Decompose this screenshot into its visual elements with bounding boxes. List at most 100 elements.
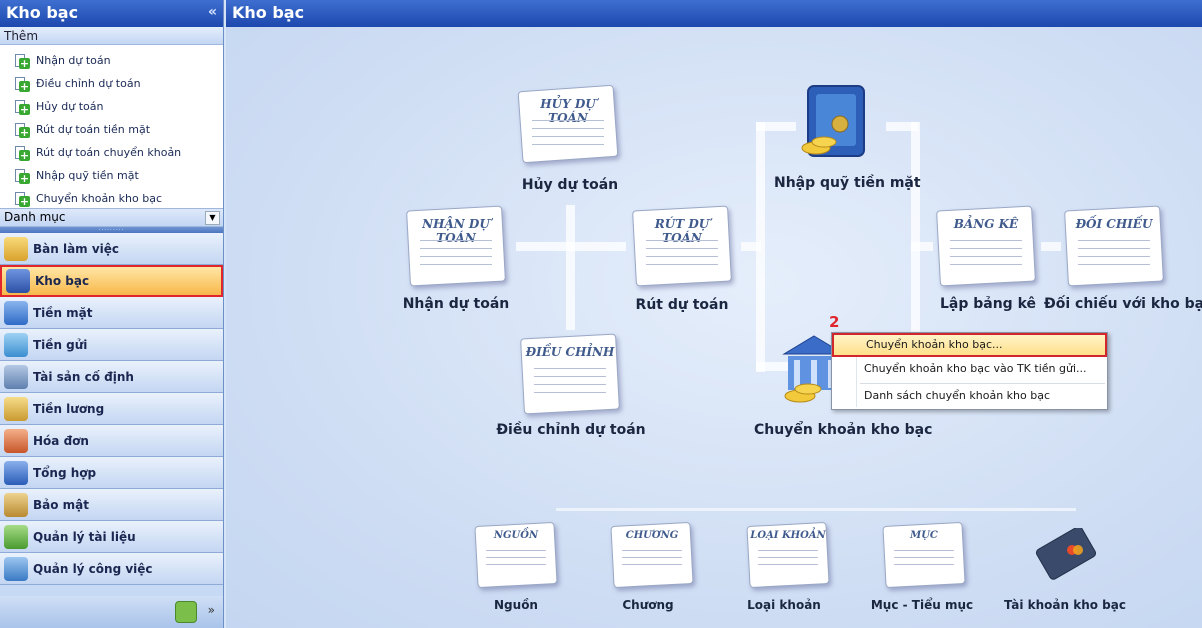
task-nhap-quy-tien-mat[interactable]: + Nhập quỹ tiền mặt bbox=[0, 164, 223, 187]
flow-line bbox=[566, 205, 575, 330]
bank-card-icon[interactable] bbox=[1034, 526, 1098, 586]
task-label: Rút dự toán chuyển khoản bbox=[36, 146, 182, 159]
nhan-du-toan-document[interactable]: NHẬN DỰ TOÁN bbox=[406, 205, 506, 287]
task-label: Hủy dự toán bbox=[36, 100, 104, 113]
task-label: Nhận dự toán bbox=[36, 54, 111, 67]
add-document-icon: + bbox=[14, 145, 30, 161]
nav-item-tong-hop[interactable]: Tổng hợp bbox=[0, 457, 223, 489]
menu-item-danh-sach[interactable]: Danh sách chuyển khoản kho bạc bbox=[832, 384, 1107, 408]
nav-label: Bảo mật bbox=[33, 497, 90, 512]
documents-icon bbox=[4, 524, 28, 549]
more-icon[interactable]: » bbox=[208, 603, 215, 617]
safe-icon[interactable] bbox=[800, 84, 865, 166]
paper-title: NGUỒN bbox=[493, 530, 539, 541]
category-dropdown[interactable]: Danh mục ▼ bbox=[0, 208, 223, 227]
salary-icon bbox=[4, 396, 28, 421]
chuyen-khoan-caption[interactable]: Chuyển khoản kho bạc bbox=[754, 422, 932, 438]
nav-item-hoa-don[interactable]: Hóa đơn bbox=[0, 425, 223, 457]
doi-chieu-document[interactable]: ĐỐI CHIẾU bbox=[1064, 205, 1164, 287]
nav-item-bao-mat[interactable]: Bảo mật bbox=[0, 489, 223, 521]
nav-item-quan-ly-tai-lieu[interactable]: Quản lý tài liệu bbox=[0, 521, 223, 553]
nav-label: Bàn làm việc bbox=[33, 241, 120, 256]
collapse-icon[interactable]: « bbox=[208, 4, 217, 20]
task-label: Điều chỉnh dự toán bbox=[36, 77, 141, 90]
add-document-icon: + bbox=[14, 53, 30, 69]
nhap-quy-caption[interactable]: Nhập quỹ tiền mặt bbox=[774, 175, 921, 191]
add-document-icon: + bbox=[14, 99, 30, 115]
nhan-du-toan-caption[interactable]: Nhận dự toán bbox=[392, 296, 520, 312]
dropdown-label: Danh mục bbox=[4, 210, 66, 224]
task-list: + Nhận dự toán + Điều chỉnh dự toán + Hủy d… bbox=[0, 45, 223, 208]
loai-khoan-document[interactable]: LOẠI KHOẢN bbox=[746, 521, 830, 589]
task-dieu-chinh-du-toan[interactable]: + Điều chỉnh dự toán bbox=[0, 72, 223, 95]
flow-line bbox=[1041, 242, 1061, 251]
tai-khoan-kho-bac-caption[interactable]: Tài khoản kho bạc bbox=[1000, 598, 1130, 612]
bank-icon bbox=[6, 269, 30, 293]
configure-buttons-icon[interactable] bbox=[175, 601, 197, 623]
rut-du-toan-caption[interactable]: Rút dự toán bbox=[624, 297, 740, 313]
nav-label: Quản lý tài liệu bbox=[33, 529, 136, 544]
task-huy-du-toan[interactable]: + Hủy dự toán bbox=[0, 95, 223, 118]
nav-item-tai-san-co-dinh[interactable]: Tài sản cố định bbox=[0, 361, 223, 393]
lap-bang-ke-caption[interactable]: Lập bảng kê bbox=[928, 296, 1048, 312]
nav-item-tien-gui[interactable]: Tiền gửi bbox=[0, 329, 223, 361]
huy-du-toan-document[interactable]: HỦY DỰ TOÁN bbox=[517, 84, 619, 164]
chuong-caption[interactable]: Chương bbox=[604, 598, 692, 612]
nav-item-tien-mat[interactable]: Tiền mặt bbox=[0, 297, 223, 329]
flow-line bbox=[756, 122, 765, 372]
nav-item-kho-bac[interactable]: Kho bạc bbox=[0, 265, 223, 297]
task-rut-du-toan-chuyen-khoan[interactable]: + Rút dự toán chuyển khoản bbox=[0, 141, 223, 164]
nguon-caption[interactable]: Nguồn bbox=[472, 598, 560, 612]
paper-title: ĐỐI CHIẾU bbox=[1075, 217, 1153, 231]
chuong-document[interactable]: CHƯƠNG bbox=[610, 521, 694, 589]
nav-label: Tiền lương bbox=[33, 401, 105, 416]
nav-item-quan-ly-cong-viec[interactable]: Quản lý công việc bbox=[0, 553, 223, 585]
section-label: Thêm bbox=[0, 27, 223, 45]
dieu-chinh-caption[interactable]: Điều chỉnh dự toán bbox=[496, 422, 646, 438]
add-document-icon: + bbox=[14, 191, 30, 207]
invoice-icon bbox=[4, 428, 28, 453]
nav-item-tien-luong[interactable]: Tiền lương bbox=[0, 393, 223, 425]
doi-chieu-caption[interactable]: Đối chiếu với kho bạc bbox=[1044, 296, 1202, 312]
nav-item-ban-lam-viec[interactable]: Bàn làm việc bbox=[0, 233, 223, 265]
add-document-icon: + bbox=[14, 168, 30, 184]
flow-line bbox=[756, 122, 796, 131]
chevron-down-icon[interactable]: ▼ bbox=[205, 211, 220, 225]
paper-title: MỤC bbox=[910, 530, 938, 541]
menu-item-chuyen-khoan-tien-gui[interactable]: Chuyển khoản kho bạc vào TK tiền gửi... bbox=[832, 357, 1107, 381]
cash-icon bbox=[4, 300, 28, 325]
add-document-icon: + bbox=[14, 122, 30, 138]
tasks-icon bbox=[4, 556, 28, 581]
menu-item-chuyen-khoan[interactable]: Chuyển khoản kho bạc... bbox=[832, 333, 1107, 357]
muc-caption[interactable]: Mục - Tiểu mục bbox=[860, 598, 984, 612]
paper-title: CHƯƠNG bbox=[625, 530, 679, 541]
muc-document[interactable]: MỤC bbox=[882, 521, 966, 589]
huy-du-toan-caption[interactable]: Hủy dự toán bbox=[512, 177, 628, 193]
nav-label: Tổng hợp bbox=[33, 465, 97, 480]
loai-khoan-caption[interactable]: Loại khoản bbox=[738, 598, 830, 612]
divider bbox=[556, 508, 1076, 511]
rut-du-toan-document[interactable]: RÚT DỰ TOÁN bbox=[632, 205, 732, 287]
sidebar-footer: » bbox=[0, 596, 223, 628]
paper-title: LOẠI KHOẢN bbox=[750, 530, 826, 541]
paper-title: BẢNG KÊ bbox=[953, 217, 1019, 231]
nav-label: Quản lý công việc bbox=[33, 561, 153, 576]
bang-ke-document[interactable]: BẢNG KÊ bbox=[936, 205, 1036, 287]
nav-label: Kho bạc bbox=[35, 274, 90, 288]
nav-label: Tiền gửi bbox=[33, 337, 88, 352]
security-icon bbox=[4, 492, 28, 517]
nav-label: Hóa đơn bbox=[33, 433, 89, 448]
deposit-icon bbox=[4, 332, 28, 357]
nguon-document[interactable]: NGUỒN bbox=[474, 521, 558, 589]
task-rut-du-toan-tien-mat[interactable]: + Rút dự toán tiền mặt bbox=[0, 118, 223, 141]
task-chuyen-khoan-kho-bac[interactable]: + Chuyển khoản kho bạc bbox=[0, 187, 223, 210]
sidebar: Kho bạc « Thêm + Nhận dự toán + Điều chỉnh… bbox=[0, 0, 224, 628]
task-label: Nhập quỹ tiền mặt bbox=[36, 169, 139, 182]
context-menu: Chuyển khoản kho bạc... Chuyển khoản kho… bbox=[831, 332, 1108, 410]
summary-icon bbox=[4, 460, 28, 485]
task-nhan-du-toan[interactable]: + Nhận dự toán bbox=[0, 49, 223, 72]
annotation-2: 2 bbox=[829, 313, 840, 331]
dieu-chinh-document[interactable]: ĐIỀU CHỈNH bbox=[520, 333, 620, 415]
sidebar-title: Kho bạc bbox=[6, 3, 79, 22]
task-label: Chuyển khoản kho bạc bbox=[36, 192, 162, 205]
